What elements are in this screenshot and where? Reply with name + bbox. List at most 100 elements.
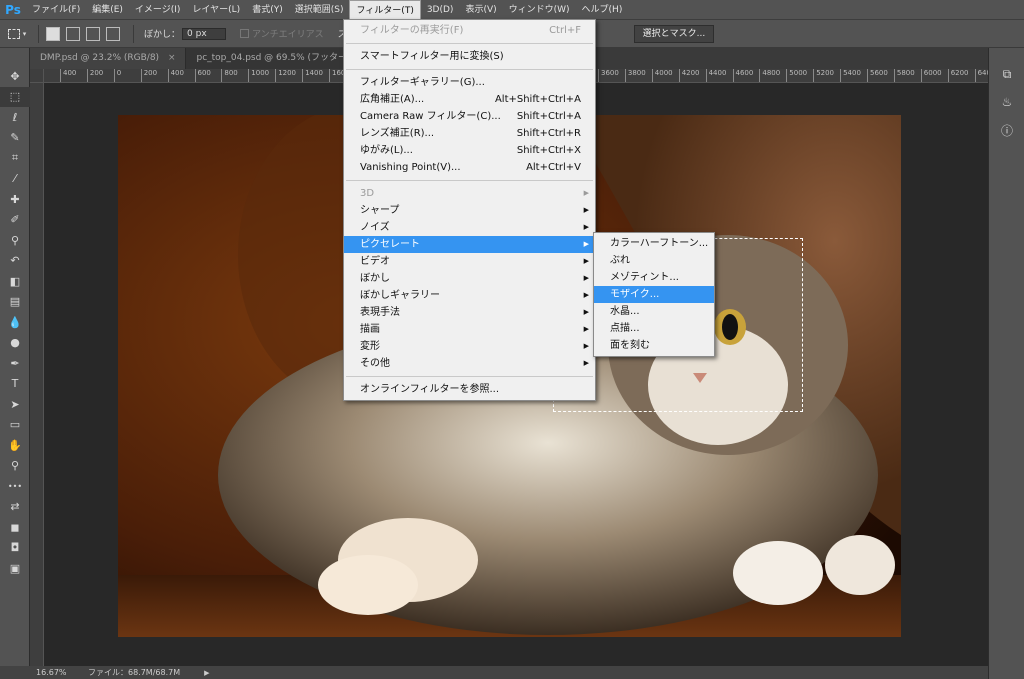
status-arrow-icon[interactable]: ▶ [204, 669, 209, 677]
ruler-tick: 5200 [813, 69, 834, 82]
gradient-icon[interactable]: ▤ [0, 292, 30, 313]
menu-4[interactable]: 書式(Y) [246, 0, 289, 20]
screen-mode-icon[interactable]: ▣ [0, 558, 30, 579]
menu-item[interactable]: 点描... [594, 320, 714, 337]
chevron-right-icon: ▶ [583, 325, 589, 333]
marquee-icon[interactable]: ⬚ [0, 86, 30, 107]
ruler-tick: 4800 [759, 69, 780, 82]
menu-item-label: ぼかし [360, 273, 390, 284]
menu-item[interactable]: Camera Raw フィルター(C)... Shift+Ctrl+A [344, 108, 595, 125]
menu-item[interactable]: ノイズ ▶ [344, 219, 595, 236]
menu-item[interactable]: その他 ▶ [344, 355, 595, 372]
status-bar: 16.67% ファイル：68.7M/68.7M ▶ [0, 666, 988, 679]
close-icon[interactable]: × [168, 53, 176, 63]
lasso-icon[interactable]: ℓ [0, 107, 30, 128]
menu-item[interactable]: メゾティント... [594, 269, 714, 286]
dodge-icon[interactable]: ● [0, 333, 30, 354]
color-swatch-icon[interactable]: ◼ [0, 517, 30, 538]
menu-item[interactable]: 変形 ▶ [344, 338, 595, 355]
menu-item[interactable]: カラーハーフトーン... [594, 235, 714, 252]
chevron-right-icon: ▶ [583, 257, 589, 265]
menu-item[interactable]: Vanishing Point(V)... Alt+Ctrl+V [344, 159, 595, 176]
swap-icon[interactable]: ⇄ [0, 497, 30, 518]
feather-input[interactable]: 0 px [182, 27, 227, 40]
chevron-right-icon: ▶ [583, 206, 589, 214]
zoom-icon[interactable]: ⚲ [0, 456, 30, 477]
new-selection-button[interactable] [46, 26, 60, 41]
menu-2[interactable]: イメージ(I) [129, 0, 187, 20]
more-icon[interactable]: ••• [0, 476, 30, 497]
menu-item[interactable]: 描画 ▶ [344, 321, 595, 338]
menu-5[interactable]: 選択範囲(S) [289, 0, 350, 20]
marquee-preset-picker[interactable]: ▾ [0, 24, 34, 44]
brush-icon[interactable]: ✐ [0, 210, 30, 231]
properties-panel-icon[interactable]: ⧉ [989, 60, 1024, 88]
eraser-icon[interactable]: ◧ [0, 271, 30, 292]
crop-icon[interactable]: ⌗ [0, 148, 30, 169]
pen-icon[interactable]: ✒ [0, 353, 30, 374]
menu-item[interactable]: ぼかしギャラリー ▶ [344, 287, 595, 304]
menu-8[interactable]: 表示(V) [459, 0, 502, 20]
stamp-icon[interactable]: ⚲ [0, 230, 30, 251]
menu-item[interactable]: 面を刻む [594, 337, 714, 354]
hand-icon[interactable]: ✋ [0, 435, 30, 456]
info-panel-icon[interactable]: ⓘ [989, 116, 1024, 144]
chevron-right-icon: ▶ [583, 342, 589, 350]
menu-item[interactable]: ビデオ ▶ [344, 253, 595, 270]
quickmask-icon[interactable]: ◘ [0, 538, 30, 559]
divider [133, 24, 134, 43]
move-icon[interactable]: ✥ [0, 66, 30, 87]
menu-item-label: スマートフィルター用に変換(S) [360, 51, 504, 62]
menu-1[interactable]: 編集(E) [86, 0, 129, 20]
history-brush-icon[interactable]: ↶ [0, 251, 30, 272]
menu-10[interactable]: ヘルプ(H) [576, 0, 629, 20]
menu-item[interactable]: 水晶... [594, 303, 714, 320]
menu-item-label: ゆがみ(L)... [360, 145, 413, 156]
menu-item[interactable]: ぶれ [594, 252, 714, 269]
menu-item-shortcut: Alt+Ctrl+V [526, 162, 581, 173]
menu-item[interactable]: ピクセレート ▶ [344, 236, 595, 253]
menu-item-label: レンズ補正(R)... [360, 128, 435, 139]
menu-9[interactable]: ウィンドウ(W) [503, 0, 576, 20]
menu-item[interactable]: シャープ ▶ [344, 202, 595, 219]
menu-item-label: オンラインフィルターを参照... [360, 384, 500, 395]
add-selection-button[interactable] [66, 26, 80, 41]
vertical-ruler[interactable] [30, 83, 44, 666]
rectangle-icon[interactable]: ▭ [0, 415, 30, 436]
subtract-selection-button[interactable] [86, 26, 100, 41]
marquee-icon [7, 28, 20, 39]
select-and-mask-button[interactable]: 選択とマスク... [633, 24, 715, 43]
brush-settings-icon[interactable]: ♨ [989, 88, 1024, 116]
menu-item[interactable]: ゆがみ(L)... Shift+Ctrl+X [344, 142, 595, 159]
ruler-tick: 4600 [732, 69, 753, 82]
menu-item-label: ビデオ [360, 256, 390, 267]
quick-select-icon[interactable]: ✎ [0, 128, 30, 149]
menu-item[interactable]: フィルターギャラリー(G)... [344, 74, 595, 91]
menu-6[interactable]: フィルター(T) [349, 0, 421, 20]
path-select-icon[interactable]: ➤ [0, 394, 30, 415]
menu-separator [346, 43, 593, 44]
healing-icon[interactable]: ✚ [0, 189, 30, 210]
antialias-checkbox[interactable] [240, 29, 250, 38]
zoom-level[interactable]: 16.67% [0, 668, 67, 677]
menu-item: 3D ▶ [344, 185, 595, 202]
ps-logo[interactable]: Ps [0, 0, 26, 20]
blur-icon[interactable]: 💧 [0, 312, 30, 333]
type-icon[interactable]: T [0, 374, 30, 395]
menu-3[interactable]: レイヤー(L) [186, 0, 246, 20]
eyedropper-icon[interactable]: ⁄ [0, 169, 30, 190]
menu-item-label: モザイク... [610, 289, 660, 300]
menu-item[interactable]: 表現手法 ▶ [344, 304, 595, 321]
menu-item[interactable]: オンラインフィルターを参照... [344, 381, 595, 398]
menu-item[interactable]: 広角補正(A)... Alt+Shift+Ctrl+A [344, 91, 595, 108]
tab-dmp[interactable]: DMP.psd @ 23.2% (RGB/8) × [30, 48, 187, 69]
menu-item[interactable]: スマートフィルター用に変換(S) [344, 48, 595, 65]
menu-0[interactable]: ファイル(F) [26, 0, 86, 20]
menu-item[interactable]: モザイク... [594, 286, 714, 303]
menu-7[interactable]: 3D(D) [421, 0, 460, 20]
intersect-selection-button[interactable] [106, 26, 120, 41]
menu-item-label: Camera Raw フィルター(C)... [360, 111, 501, 122]
menu-item[interactable]: ぼかし ▶ [344, 270, 595, 287]
ruler-tick: 1000 [248, 69, 269, 82]
menu-item[interactable]: レンズ補正(R)... Shift+Ctrl+R [344, 125, 595, 142]
